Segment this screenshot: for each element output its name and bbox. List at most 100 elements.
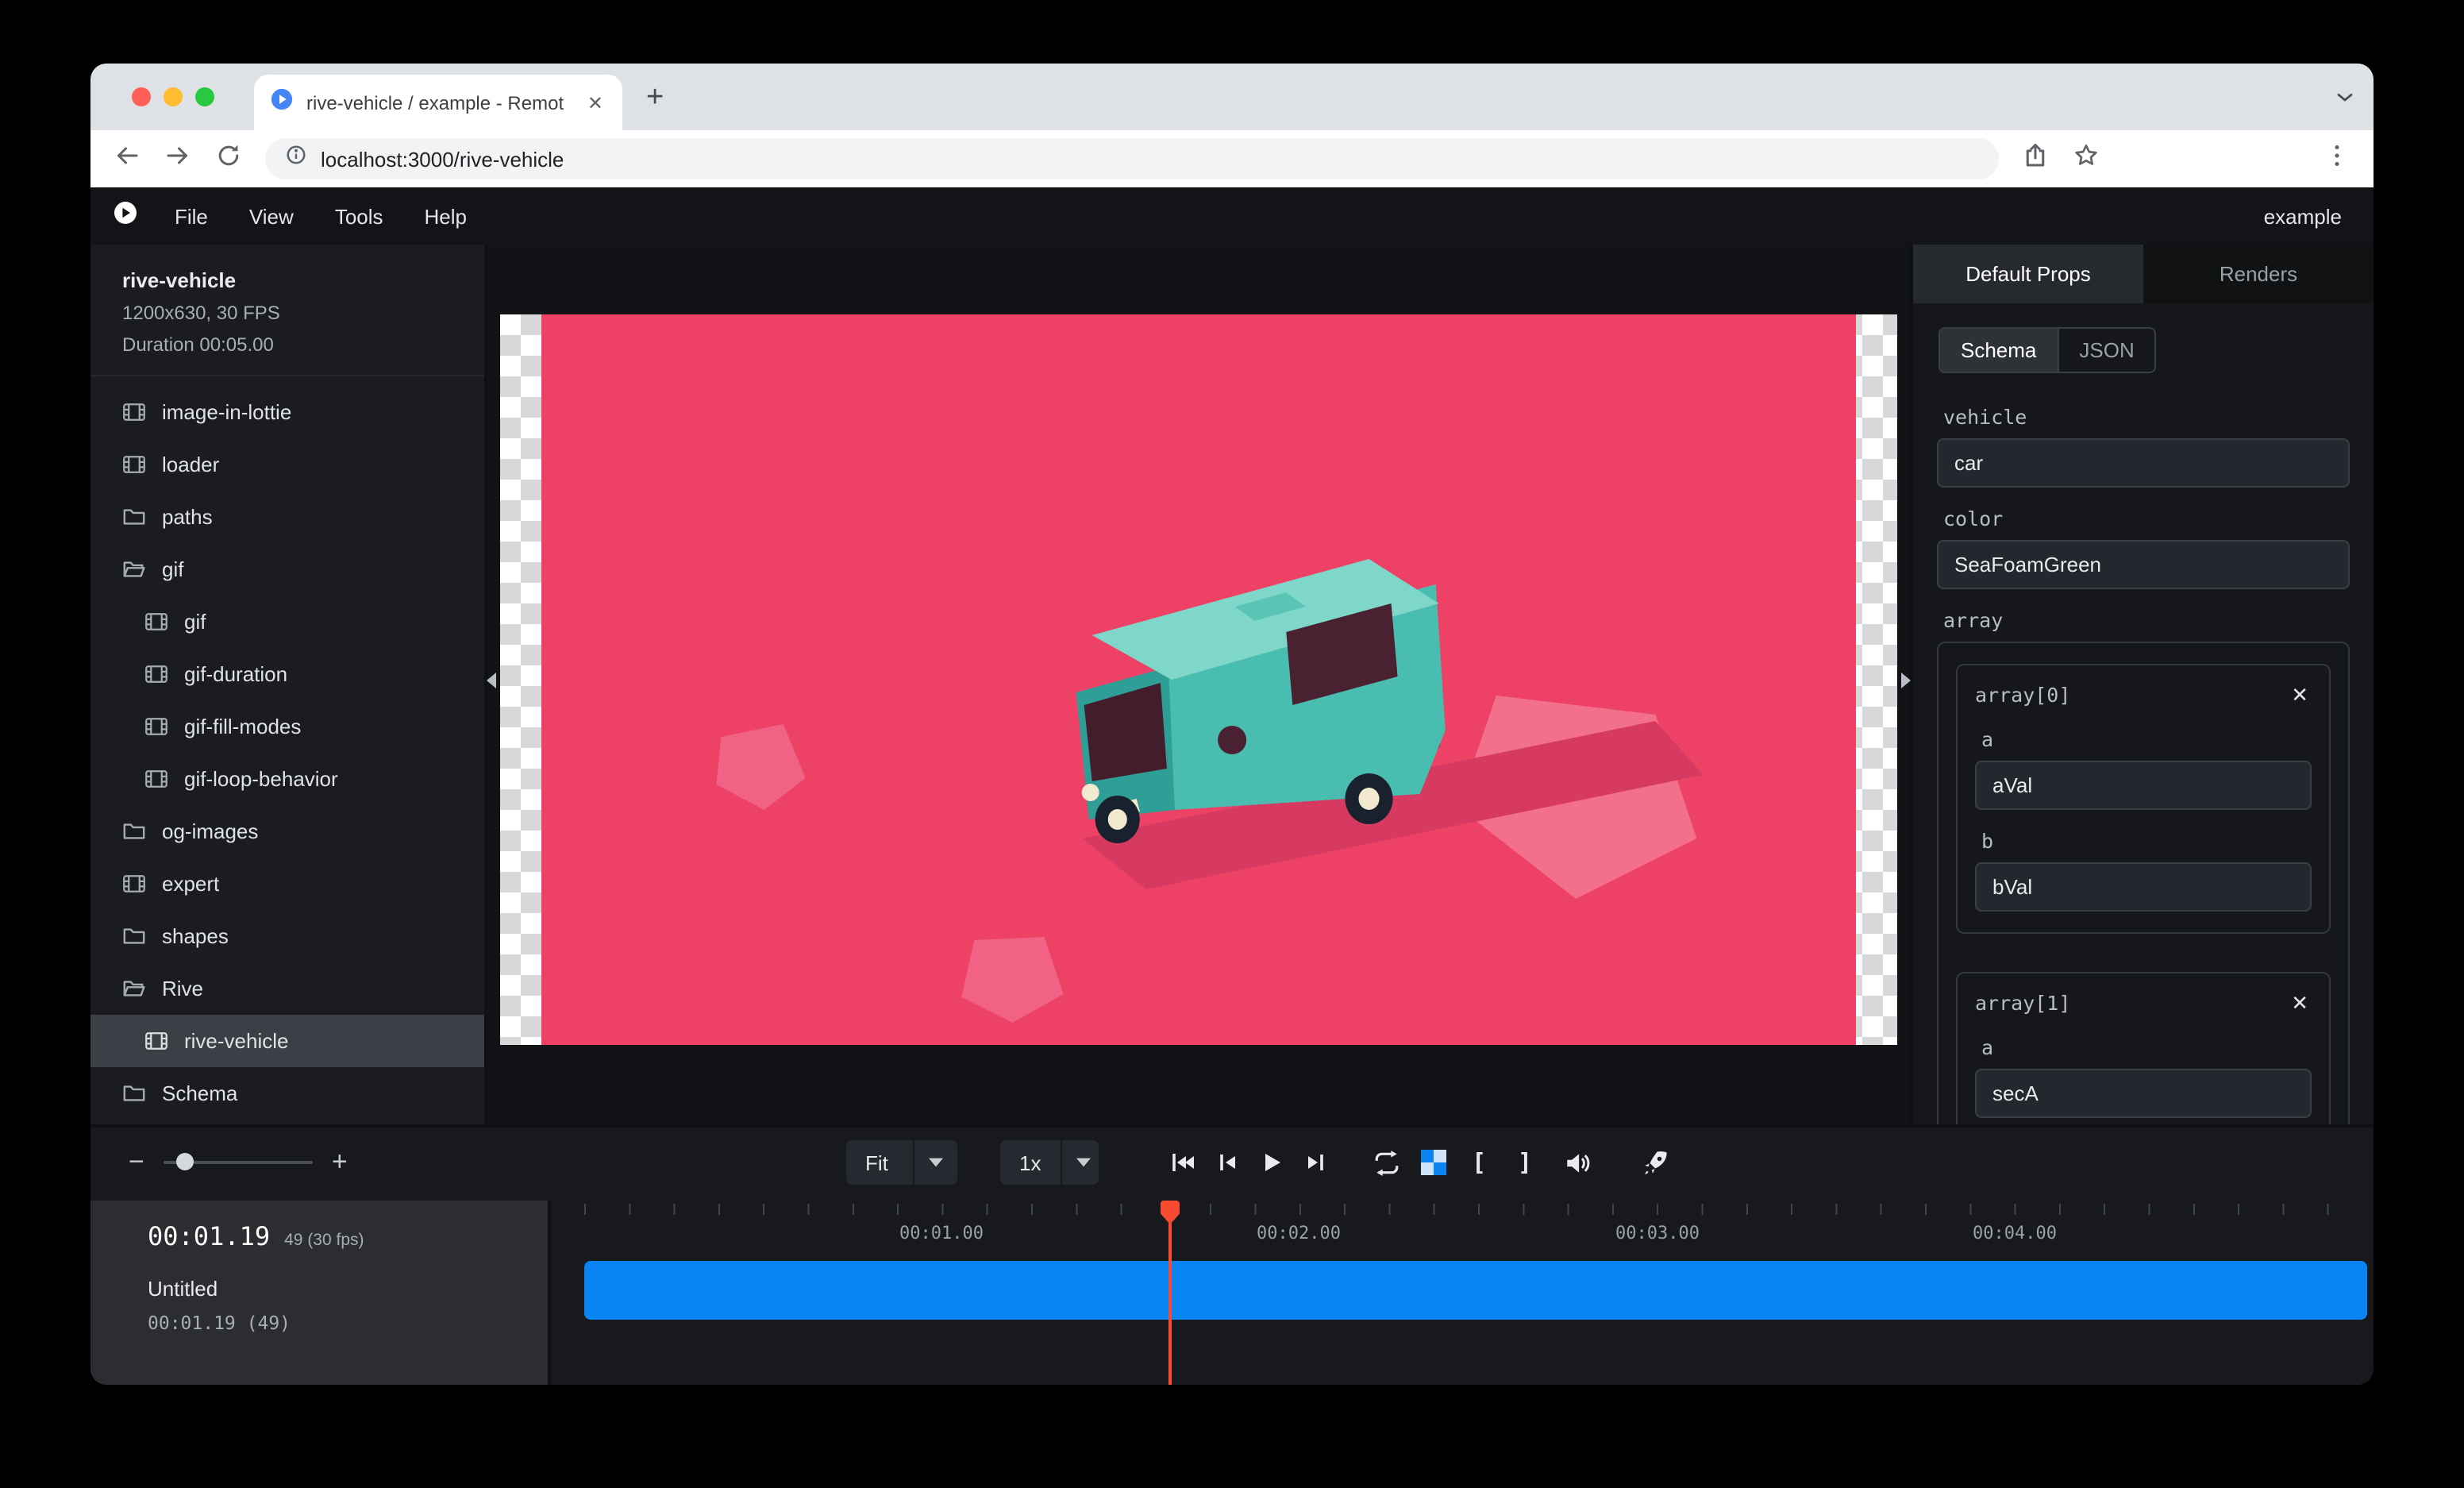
- fit-select[interactable]: Fit: [846, 1140, 957, 1185]
- reload-icon[interactable]: [214, 141, 243, 177]
- folder-icon: [122, 1081, 146, 1105]
- sidebar-item-expert[interactable]: expert: [90, 858, 484, 910]
- array-1-a-input[interactable]: [1975, 1069, 2312, 1118]
- menu-tools[interactable]: Tools: [318, 204, 401, 228]
- sidebar-item-gif-fill-modes[interactable]: gif-fill-modes: [90, 700, 484, 753]
- sidebar-item-label: rive-vehicle: [184, 1029, 289, 1053]
- forward-icon[interactable]: [164, 141, 192, 177]
- collapse-left-sidebar-icon[interactable]: [484, 667, 499, 692]
- array-0-b-label: b: [1981, 829, 2312, 853]
- new-tab-button[interactable]: +: [646, 84, 664, 113]
- ruler-label: 00:04.00: [1973, 1223, 2057, 1243]
- subtab-schema[interactable]: Schema: [1940, 329, 2057, 372]
- project-info: rive-vehicle 1200x630, 30 FPS Duration 0…: [90, 245, 484, 376]
- remove-array-0-icon[interactable]: ✕: [2288, 681, 2312, 708]
- playhead-marker[interactable]: [1161, 1201, 1180, 1224]
- url-bar[interactable]: localhost:3000/rive-vehicle: [265, 138, 1999, 179]
- playback-speed-select[interactable]: 1x: [1000, 1140, 1099, 1185]
- composition-canvas: [541, 314, 1856, 1045]
- minimize-window-button[interactable]: [164, 87, 183, 106]
- vehicle-field-label: vehicle: [1943, 405, 2350, 429]
- menu-view[interactable]: View: [232, 204, 311, 228]
- back-icon[interactable]: [113, 141, 141, 177]
- browser-menu-icon[interactable]: [2323, 141, 2351, 177]
- share-icon[interactable]: [2021, 141, 2050, 177]
- site-info-icon[interactable]: [284, 143, 308, 175]
- fit-select-value: Fit: [846, 1151, 913, 1174]
- sidebar-item-gif-folder[interactable]: gif: [90, 543, 484, 596]
- sidebar-item-paths[interactable]: paths: [90, 491, 484, 543]
- fullscreen-window-button[interactable]: [195, 87, 214, 106]
- sidebar-item-label: paths: [162, 505, 213, 529]
- sidebar-item-loader[interactable]: loader: [90, 438, 484, 491]
- sidebar-item-og-images[interactable]: og-images: [90, 805, 484, 858]
- rocket-icon[interactable]: [1642, 1149, 1669, 1176]
- zoom-out-button[interactable]: −: [129, 1147, 144, 1178]
- tab-close-icon[interactable]: ✕: [584, 91, 606, 114]
- zoom-slider-knob[interactable]: [176, 1153, 194, 1170]
- timeline-tracks-area[interactable]: 00:01.00 00:02.00 00:03.00 00:04.00: [551, 1201, 2374, 1385]
- ruler-label: 00:01.00: [899, 1223, 984, 1243]
- composition-list: image-in-lottie loader paths gif: [90, 376, 484, 1120]
- project-resolution: 1200x630, 30 FPS: [122, 302, 462, 324]
- sidebar-item-schema[interactable]: Schema: [90, 1067, 484, 1120]
- color-field-input[interactable]: [1937, 540, 2350, 589]
- sidebar-item-image-in-lottie[interactable]: image-in-lottie: [90, 386, 484, 438]
- array-1-a-label: a: [1981, 1035, 2312, 1059]
- remotion-logo-icon[interactable]: [113, 199, 138, 233]
- vehicle-field-input[interactable]: [1937, 438, 2350, 488]
- in-point-icon[interactable]: [: [1465, 1149, 1492, 1176]
- sidebar-item-gif[interactable]: gif: [90, 596, 484, 648]
- sidebar-item-gif-loop-behavior[interactable]: gif-loop-behavior: [90, 753, 484, 805]
- menu-file[interactable]: File: [157, 204, 225, 228]
- playback-toolbar: − + Fit 1x: [90, 1124, 2374, 1201]
- composition-icon: [144, 767, 168, 791]
- subtab-json[interactable]: JSON: [2057, 329, 2154, 372]
- sidebar-item-label: Rive: [162, 977, 203, 1000]
- sidebar-item-gif-duration[interactable]: gif-duration: [90, 648, 484, 700]
- sidebar-item-shapes[interactable]: shapes: [90, 910, 484, 962]
- color-field-label: color: [1943, 507, 2350, 530]
- close-window-button[interactable]: [132, 87, 151, 106]
- zoom-in-button[interactable]: +: [332, 1147, 348, 1178]
- tab-default-props[interactable]: Default Props: [1913, 245, 2143, 303]
- folder-icon: [122, 505, 146, 529]
- sidebar-item-label: image-in-lottie: [162, 400, 291, 424]
- volume-icon[interactable]: [1564, 1149, 1591, 1176]
- loop-icon[interactable]: [1373, 1149, 1400, 1176]
- browser-tab[interactable]: rive-vehicle / example - Remot ✕: [254, 75, 622, 130]
- speed-select-value: 1x: [1000, 1151, 1060, 1174]
- window-controls: [132, 87, 214, 106]
- out-point-icon[interactable]: ]: [1511, 1149, 1538, 1176]
- menu-help[interactable]: Help: [407, 204, 485, 228]
- playhead[interactable]: [1168, 1201, 1172, 1385]
- project-duration: Duration 00:05.00: [122, 333, 462, 356]
- tab-search-chevron-icon[interactable]: [2332, 84, 2358, 118]
- remove-array-1-icon[interactable]: ✕: [2288, 989, 2312, 1016]
- sidebar-item-rive-vehicle[interactable]: rive-vehicle: [90, 1015, 484, 1067]
- sidebar-item-rive-folder[interactable]: Rive: [90, 962, 484, 1015]
- timeline-track-bar[interactable]: [584, 1261, 2367, 1320]
- remotion-studio: File View Tools Help example rive-vehicl…: [90, 187, 2374, 1385]
- site-favicon: [270, 87, 294, 118]
- bookmark-star-icon[interactable]: [2072, 141, 2100, 177]
- timeline-ruler[interactable]: [584, 1204, 2361, 1215]
- zoom-slider[interactable]: [164, 1161, 313, 1164]
- van-side-marker: [1218, 726, 1246, 754]
- previous-frame-icon[interactable]: [1213, 1149, 1240, 1176]
- tab-renders[interactable]: Renders: [2143, 245, 2374, 303]
- sidebar-item-label: gif: [184, 610, 206, 634]
- next-frame-icon[interactable]: [1302, 1149, 1329, 1176]
- play-icon[interactable]: [1257, 1149, 1284, 1176]
- collapse-right-sidebar-icon[interactable]: [1899, 667, 1913, 692]
- transparency-toggle-icon[interactable]: [1419, 1149, 1446, 1176]
- array-0-a-input[interactable]: [1975, 761, 2312, 810]
- folder-icon: [122, 924, 146, 948]
- van-headlight: [1082, 784, 1099, 801]
- jump-to-start-icon[interactable]: [1168, 1149, 1195, 1176]
- sidebar-item-label: gif-fill-modes: [184, 715, 301, 738]
- array-0-b-input[interactable]: [1975, 862, 2312, 912]
- composition-icon: [144, 610, 168, 634]
- track-timecode: 00:01.19 (49): [148, 1312, 548, 1334]
- array-item-0: array[0] ✕ a b: [1956, 664, 2331, 934]
